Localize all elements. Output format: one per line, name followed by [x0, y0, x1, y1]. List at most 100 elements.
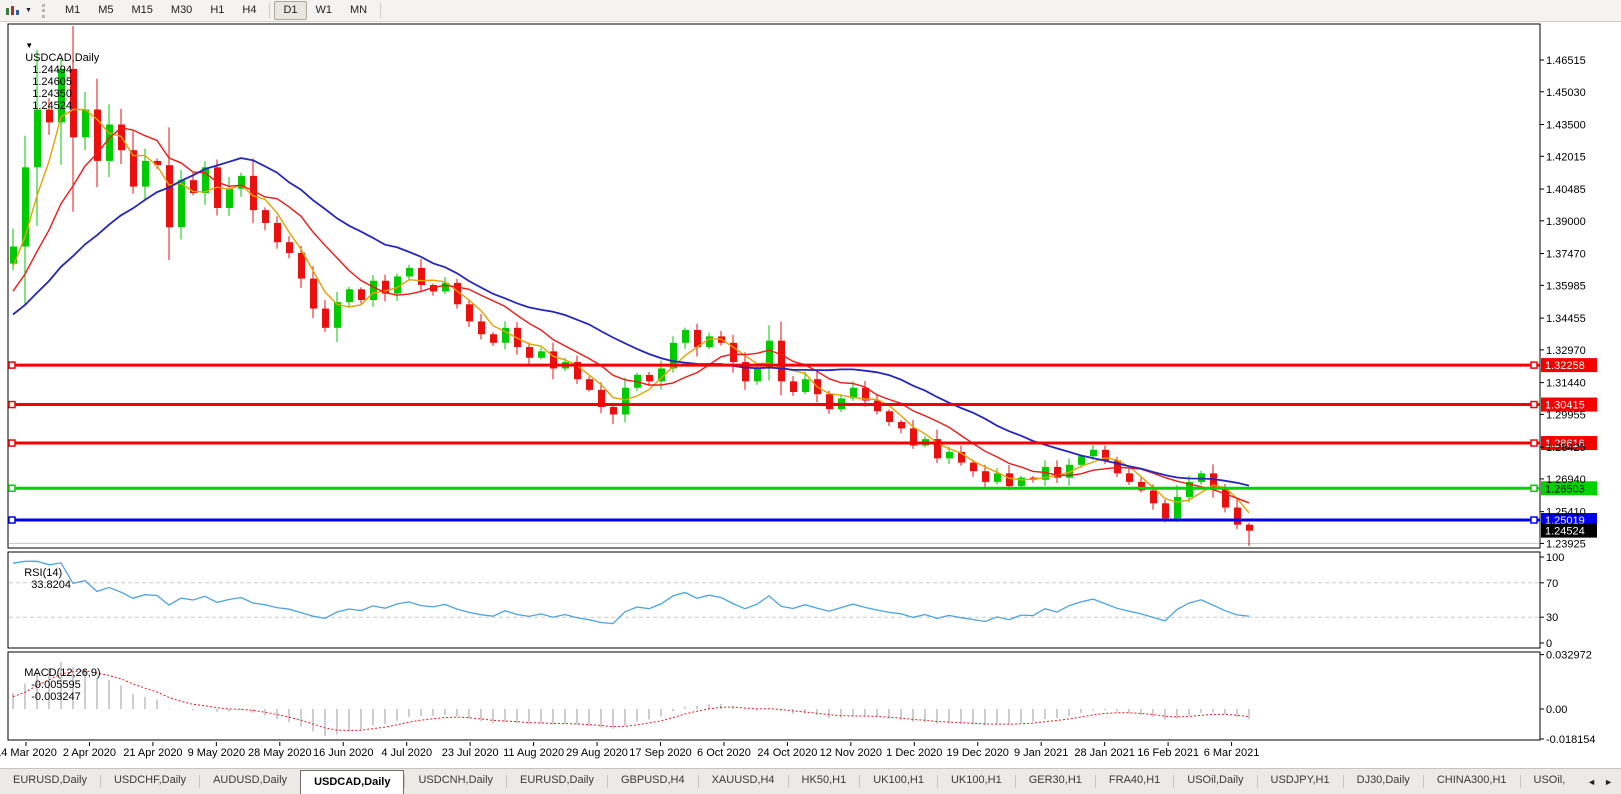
price-axis[interactable]: 1.46515 1.45030 1.43500 1.42015 1.40485 1.390…	[1540, 55, 1586, 550]
timeframe-button-m30[interactable]: M30	[162, 1, 201, 20]
svg-text:9 Jan 2021: 9 Jan 2021	[1014, 747, 1068, 759]
svg-text:23 Jul 2020: 23 Jul 2020	[442, 747, 499, 759]
macd-main-value: -0.005595	[31, 679, 81, 691]
timeframe-button-m15[interactable]: M15	[123, 1, 162, 20]
timeframe-button-mn[interactable]: MN	[341, 1, 376, 20]
svg-text:1.29955: 1.29955	[1546, 409, 1586, 421]
svg-text:1.34455: 1.34455	[1546, 313, 1586, 325]
svg-text:14 Mar 2020: 14 Mar 2020	[0, 747, 57, 759]
symbol-dropdown-icon[interactable]: ▼	[25, 41, 33, 50]
svg-text:1.32970: 1.32970	[1546, 345, 1586, 357]
svg-text:2 Apr 2020: 2 Apr 2020	[63, 747, 116, 759]
chart-tab-gbpusd-h4[interactable]: GBPUSD,H4	[608, 769, 698, 794]
svg-text:21 Apr 2020: 21 Apr 2020	[123, 747, 182, 759]
svg-text:1.39000: 1.39000	[1546, 216, 1586, 228]
svg-text:-0.018154: -0.018154	[1546, 734, 1596, 746]
svg-text:1.35985: 1.35985	[1546, 280, 1586, 292]
svg-text:1.32258: 1.32258	[1545, 360, 1585, 372]
ohlc-low: 1.24350	[32, 88, 72, 100]
svg-text:1.28425: 1.28425	[1546, 442, 1586, 454]
svg-text:1.40485: 1.40485	[1546, 184, 1586, 196]
svg-text:1.23925: 1.23925	[1546, 538, 1586, 550]
svg-text:24 Oct 2020: 24 Oct 2020	[757, 747, 817, 759]
svg-text:29 Aug 2020: 29 Aug 2020	[566, 747, 628, 759]
tabs-scroll-left-icon[interactable]: ◄	[1587, 777, 1596, 787]
chart-tab-fra40-h1[interactable]: FRA40,H1	[1096, 769, 1173, 794]
mt4-window: ▼ M1M5M15M30H1H4 D1W1MN 1.322581.304151.2…	[0, 0, 1621, 794]
svg-text:9 May 2020: 9 May 2020	[188, 747, 245, 759]
svg-text:4 Jul 2020: 4 Jul 2020	[381, 747, 432, 759]
chart-tab-uk100-h1[interactable]: UK100,H1	[860, 769, 937, 794]
chart-tab-xauusd-h4[interactable]: XAUUSD,H4	[699, 769, 788, 794]
svg-text:1.26940: 1.26940	[1546, 474, 1586, 486]
svg-text:1.45030: 1.45030	[1546, 87, 1586, 99]
current-price-badge: 1.24524	[1541, 524, 1597, 538]
chart-ohlc-title: ▼ USDCAD,Daily 1.24494 1.24605 1.24350 1…	[13, 28, 99, 124]
svg-text:28 May 2020: 28 May 2020	[248, 747, 312, 759]
svg-text:0.00: 0.00	[1546, 704, 1567, 716]
ohlc-open: 1.24494	[32, 64, 72, 76]
chart-tab-usdcnh-daily[interactable]: USDCNH,Daily	[405, 769, 506, 794]
chart-tab-eurusd-daily[interactable]: EURUSD,Daily	[0, 769, 100, 794]
chart-type-dropdown-icon[interactable]: ▼	[25, 7, 32, 14]
svg-text:70: 70	[1546, 578, 1558, 590]
chart-tab-china300-h1[interactable]: CHINA300,H1	[1424, 769, 1520, 794]
timeframe-button-m5[interactable]: M5	[89, 1, 122, 20]
svg-text:19 Dec 2020: 19 Dec 2020	[947, 747, 1009, 759]
svg-text:1.31440: 1.31440	[1546, 378, 1586, 390]
chart-tab-usdchf-daily[interactable]: USDCHF,Daily	[101, 769, 199, 794]
timeframe-button-h4[interactable]: H4	[233, 1, 265, 20]
svg-text:6 Mar 2021: 6 Mar 2021	[1204, 747, 1260, 759]
toolbar-separator	[269, 3, 270, 18]
chart-symbol: USDCAD,Daily	[25, 52, 99, 64]
timeframe-button-w1[interactable]: W1	[307, 1, 342, 20]
chart-tab-usdjpy-h1[interactable]: USDJPY,H1	[1258, 769, 1343, 794]
chart-tab-eurusd-daily[interactable]: EURUSD,Daily	[507, 769, 607, 794]
chart-tab-usoil-daily[interactable]: USOil,Daily	[1174, 769, 1256, 794]
toolbar-grip[interactable]	[42, 4, 48, 18]
svg-text:12 Nov 2020: 12 Nov 2020	[820, 747, 882, 759]
ohlc-high: 1.24605	[32, 76, 72, 88]
chart-tab-usdcad-daily[interactable]: USDCAD,Daily	[300, 770, 404, 794]
chart-tab-audusd-daily[interactable]: AUDUSD,Daily	[200, 769, 300, 794]
chart-tab-uk100-h1[interactable]: UK100,H1	[938, 769, 1015, 794]
svg-text:16 Jun 2020: 16 Jun 2020	[313, 747, 374, 759]
svg-text:1.24524: 1.24524	[1545, 526, 1585, 538]
macd-name: MACD(12,26,9)	[24, 667, 100, 679]
svg-text:1.25410: 1.25410	[1546, 507, 1586, 519]
svg-text:1.46515: 1.46515	[1546, 55, 1586, 67]
rsi-indicator-label: RSI(14) 33.8204	[12, 555, 71, 603]
svg-text:11 Aug 2020: 11 Aug 2020	[503, 747, 564, 759]
timeframe-button-m1[interactable]: M1	[56, 1, 89, 20]
chart-tabs-bar: EURUSD,DailyUSDCHF,DailyAUDUSD,DailyUSDC…	[0, 768, 1621, 794]
chart-canvas[interactable]: 1.322581.304151.286161.265031.250191.465…	[0, 0, 1621, 794]
timeframe-button-d1[interactable]: D1	[274, 1, 306, 20]
svg-text:0.032972: 0.032972	[1546, 650, 1592, 662]
svg-text:6 Oct 2020: 6 Oct 2020	[697, 747, 751, 759]
toolbar-separator	[380, 3, 381, 18]
panel-frames	[8, 24, 1540, 740]
svg-text:1.42015: 1.42015	[1546, 151, 1586, 163]
ohlc-close: 1.24524	[32, 100, 72, 112]
date-axis[interactable]: 14 Mar 2020 2 Apr 2020 21 Apr 2020 9 May 20…	[0, 742, 1259, 759]
svg-text:1.43500: 1.43500	[1546, 120, 1586, 132]
rsi-name: RSI(14)	[24, 567, 62, 579]
svg-text:0: 0	[1546, 638, 1552, 650]
macd-signal-value: -0.003247	[31, 691, 81, 703]
timeframe-button-h1[interactable]: H1	[201, 1, 233, 20]
svg-text:1 Dec 2020: 1 Dec 2020	[886, 747, 942, 759]
chart-tab-usoil-[interactable]: USOil,	[1521, 769, 1579, 794]
tabs-scroll-right-icon[interactable]: ►	[1604, 777, 1613, 787]
rsi-value: 33.8204	[31, 579, 71, 591]
svg-text:1.37470: 1.37470	[1546, 249, 1586, 261]
svg-text:100: 100	[1546, 552, 1564, 564]
svg-text:17 Sep 2020: 17 Sep 2020	[629, 747, 691, 759]
svg-text:16 Feb 2021: 16 Feb 2021	[1137, 747, 1199, 759]
timeframe-toolbar: ▼ M1M5M15M30H1H4 D1W1MN	[0, 0, 1621, 22]
chart-tab-ger30-h1[interactable]: GER30,H1	[1016, 769, 1095, 794]
chart-type-icon[interactable]	[3, 3, 23, 19]
svg-text:30: 30	[1546, 612, 1558, 624]
svg-text:28 Jan 2021: 28 Jan 2021	[1074, 747, 1135, 759]
chart-tab-dj30-daily[interactable]: DJ30,Daily	[1344, 769, 1423, 794]
chart-tab-hk50-h1[interactable]: HK50,H1	[789, 769, 860, 794]
